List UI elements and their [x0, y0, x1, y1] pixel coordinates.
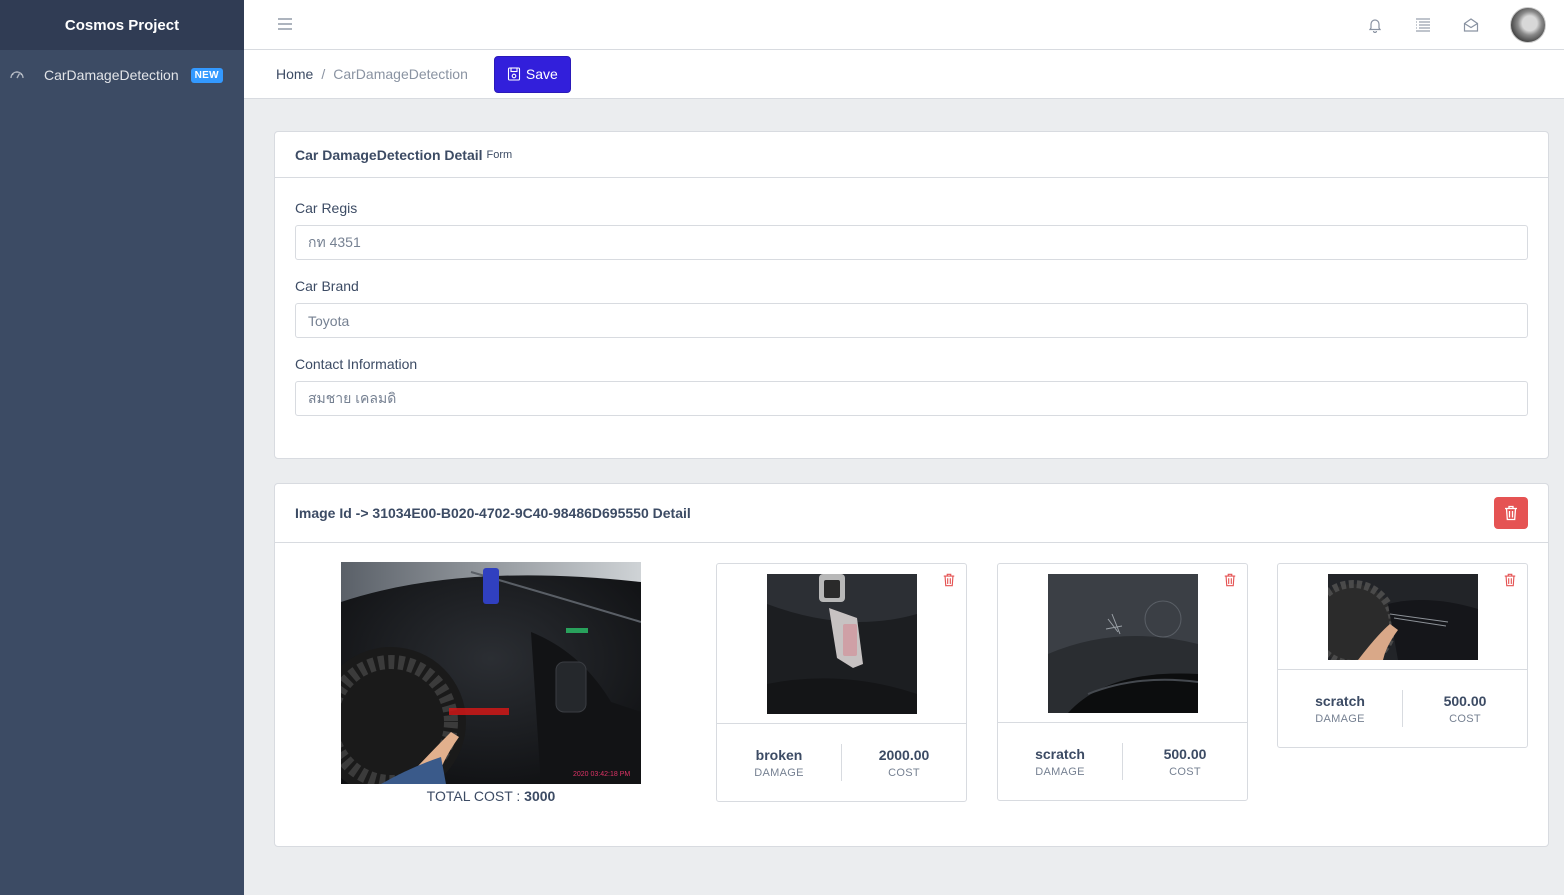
card-header: Image Id -> 31034E00-B020-4702-9C40-9848…: [275, 484, 1548, 543]
list-icon[interactable]: [1414, 16, 1432, 34]
speedometer-icon: [8, 66, 26, 84]
damage-cost-stat: 500.00 COST: [1403, 693, 1527, 725]
damage-card: scratch DAMAGE 500.00 COST: [1277, 563, 1528, 748]
damage-type-caption: DAMAGE: [754, 766, 804, 779]
breadcrumb-current: CarDamageDetection: [333, 66, 468, 82]
header-actions: [1366, 0, 1546, 50]
damage-thumb-wrap: [717, 564, 966, 724]
total-cost-label: TOTAL COST :: [426, 788, 521, 804]
damage-type-stat: scratch DAMAGE: [998, 746, 1122, 778]
save-button-label: Save: [525, 66, 558, 82]
form-group-car-regis: Car Regis กท 4351: [295, 200, 1528, 260]
detail-form-card: Car DamageDetection Detail Form Car Regi…: [274, 131, 1549, 459]
sidebar: Cosmos Project CarDamageDetection NEW: [0, 0, 244, 895]
damage-stats: broken DAMAGE 2000.00 COST: [717, 724, 966, 801]
avatar[interactable]: [1510, 7, 1546, 43]
damage-stats: scratch DAMAGE 500.00 COST: [1278, 670, 1527, 747]
subheader: Home / CarDamageDetection Save: [244, 50, 1564, 99]
damage-type-value: scratch: [1035, 745, 1085, 762]
damage-thumbnail: [1047, 574, 1198, 713]
damage-type-value: broken: [755, 746, 803, 763]
bell-icon[interactable]: [1366, 16, 1384, 34]
hamburger-icon[interactable]: [276, 15, 294, 33]
total-cost-value: 3000: [524, 788, 556, 804]
damage-type-value: scratch: [1315, 692, 1365, 709]
save-button[interactable]: Save: [493, 55, 571, 93]
damage-thumb-wrap: [1278, 564, 1527, 670]
new-badge: NEW: [190, 67, 223, 83]
form-group-car-brand: Car Brand Toyota: [295, 278, 1528, 338]
breadcrumb-home[interactable]: Home: [276, 66, 313, 82]
damage-cost-value: 500.00: [1163, 745, 1207, 762]
car-regis-input[interactable]: กท 4351: [295, 225, 1528, 260]
damage-thumbnail: [1327, 574, 1478, 660]
form-title: Car DamageDetection Detail: [295, 146, 483, 163]
image-detail-title: Image Id -> 31034E00-B020-4702-9C40-9848…: [295, 505, 691, 521]
svg-text:2020 03:42:18 PM: 2020 03:42:18 PM: [573, 771, 630, 778]
car-regis-label: Car Regis: [295, 200, 358, 216]
damage-cost-stat: 2000.00 COST: [842, 747, 966, 779]
image-detail-card: Image Id -> 31034E00-B020-4702-9C40-9848…: [274, 483, 1549, 847]
damage-cost-caption: COST: [888, 766, 920, 779]
damage-stats: scratch DAMAGE 500.00 COST: [998, 723, 1247, 800]
trash-icon[interactable]: [942, 573, 956, 587]
damage-card: scratch DAMAGE 500.00 COST: [997, 563, 1248, 801]
contact-information-input[interactable]: สมชาย เคลมดิ: [295, 381, 1528, 416]
total-cost: TOTAL COST : 3000: [341, 788, 641, 804]
delete-image-button[interactable]: [1494, 497, 1528, 529]
damage-type-caption: DAMAGE: [1315, 712, 1365, 725]
breadcrumb-separator: /: [321, 66, 326, 82]
trash-icon: [1505, 505, 1517, 521]
trash-icon[interactable]: [1223, 573, 1237, 587]
damage-type-stat: scratch DAMAGE: [1278, 693, 1402, 725]
damage-cost-caption: COST: [1169, 765, 1201, 778]
car-brand-label: Car Brand: [295, 278, 359, 294]
card-header: Car DamageDetection Detail Form: [275, 132, 1548, 178]
damage-type-stat: broken DAMAGE: [717, 747, 841, 779]
top-header: [244, 0, 1564, 50]
form-body: Car Regis กท 4351 Car Brand Toyota Conta…: [275, 178, 1548, 416]
save-icon: [507, 67, 520, 81]
damage-type-caption: DAMAGE: [1035, 765, 1085, 778]
sidebar-brand[interactable]: Cosmos Project: [0, 0, 244, 50]
damage-thumbnail: [766, 574, 917, 714]
damage-thumb-wrap: [998, 564, 1247, 723]
damage-cost-caption: COST: [1449, 712, 1481, 725]
damage-cost-stat: 500.00 COST: [1123, 746, 1247, 778]
form-group-contact: Contact Information สมชาย เคลมดิ: [295, 356, 1528, 416]
car-brand-input[interactable]: Toyota: [295, 303, 1528, 338]
sidebar-item-cardamagedetection[interactable]: CarDamageDetection NEW: [0, 50, 244, 100]
form-subtitle: Form: [486, 148, 513, 161]
contact-information-label: Contact Information: [295, 356, 418, 372]
damage-card: broken DAMAGE 2000.00 COST: [716, 563, 967, 802]
sidebar-item-label: CarDamageDetection: [44, 67, 179, 83]
trash-icon[interactable]: [1503, 573, 1517, 587]
main-car-photo: 2020 03:42:18 PM: [341, 562, 641, 784]
damage-cost-value: 2000.00: [878, 746, 930, 763]
damage-cost-value: 500.00: [1443, 692, 1487, 709]
envelope-open-icon[interactable]: [1462, 16, 1480, 34]
